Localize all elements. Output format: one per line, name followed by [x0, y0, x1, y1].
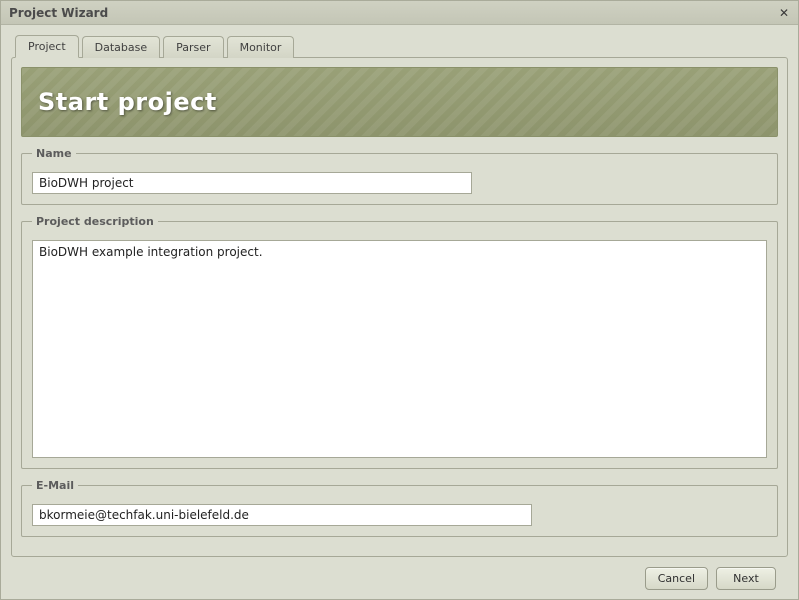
tab-parser[interactable]: Parser	[163, 36, 223, 58]
group-description: Project description	[21, 215, 778, 469]
window: Project Wizard ✕ Project Database Parser…	[0, 0, 799, 600]
titlebar: Project Wizard ✕	[1, 1, 798, 25]
tab-project[interactable]: Project	[15, 35, 79, 58]
window-title: Project Wizard	[9, 6, 108, 20]
email-input[interactable]	[32, 504, 532, 526]
name-input[interactable]	[32, 172, 472, 194]
cancel-button[interactable]: Cancel	[645, 567, 708, 590]
content-area: Project Database Parser Monitor Start pr…	[1, 25, 798, 599]
group-name: Name	[21, 147, 778, 205]
banner: Start project	[21, 67, 778, 137]
tabstrip: Project Database Parser Monitor	[11, 33, 788, 57]
tab-monitor[interactable]: Monitor	[227, 36, 295, 58]
button-bar: Cancel Next	[11, 557, 788, 599]
page-title: Start project	[38, 88, 217, 116]
group-description-legend: Project description	[32, 215, 158, 228]
group-name-legend: Name	[32, 147, 76, 160]
description-textarea[interactable]	[32, 240, 767, 458]
next-button[interactable]: Next	[716, 567, 776, 590]
tab-panel: Start project Name Project description E…	[11, 57, 788, 557]
group-email-legend: E-Mail	[32, 479, 78, 492]
group-email: E-Mail	[21, 479, 778, 537]
tab-database[interactable]: Database	[82, 36, 161, 58]
close-icon[interactable]: ✕	[776, 5, 792, 21]
